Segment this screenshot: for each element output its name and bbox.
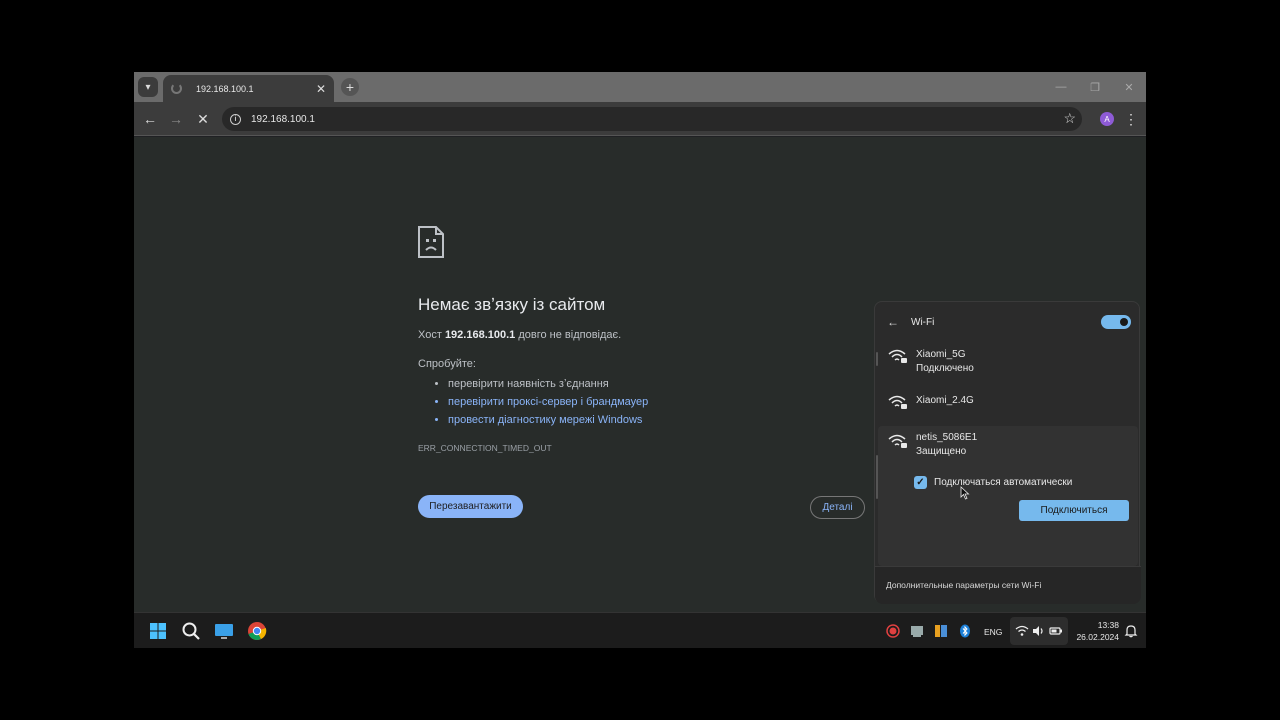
tab-strip: ▾ 192.168.100.1 ✕ + — ❐ ✕ [134, 72, 1146, 102]
host-address: 192.168.100.1 [444, 329, 516, 341]
screen: ▾ 192.168.100.1 ✕ + — ❐ ✕ ← → ✕ i 192.16… [134, 72, 1146, 648]
bookmark-star-icon[interactable]: ☆ [1063, 110, 1076, 127]
maximize-icon[interactable]: ❐ [1078, 72, 1112, 102]
windows-start-icon[interactable] [148, 621, 168, 641]
suggestion-check-proxy-link[interactable]: перевірити проксі-сервер і брандмауер [448, 393, 648, 411]
taskbar: ENG 13:38 26.02.2024 [134, 612, 1146, 648]
minimize-icon[interactable]: — [1044, 72, 1078, 102]
try-label: Спробуйте: [418, 358, 476, 370]
tray-app-icon[interactable] [934, 624, 948, 638]
search-icon[interactable] [181, 621, 201, 641]
wifi-secured-icon [888, 349, 907, 363]
menu-kebab-icon[interactable]: ⋮ [1124, 110, 1138, 128]
browser-toolbar: ← → ✕ i 192.168.100.1 ☆ [134, 102, 1146, 136]
error-host-message: Хост 192.168.100.1 довго не відповідає. [418, 329, 621, 341]
battery-icon[interactable] [1049, 624, 1063, 638]
network-item[interactable]: Xiaomi_2.4G [878, 386, 1138, 422]
url-text: 192.168.100.1 [251, 113, 315, 125]
tray-app-icon[interactable] [910, 624, 924, 638]
wifi-toggle[interactable] [1101, 315, 1131, 329]
close-window-icon[interactable]: ✕ [1112, 72, 1146, 102]
more-wifi-settings-link[interactable]: Дополнительные параметры сети Wi-Fi [886, 580, 1041, 590]
wifi-secured-icon [888, 434, 907, 448]
tab-search-icon[interactable]: ▾ [138, 77, 158, 97]
suggestion-list: перевірити наявність зʼєднання перевірит… [434, 375, 648, 429]
desktop-app-icon[interactable] [214, 621, 234, 641]
auto-connect-label: Подключаться автоматически [934, 477, 1073, 488]
notification-bell-icon[interactable] [1124, 624, 1138, 638]
loading-spinner-icon [171, 83, 182, 94]
profile-avatar[interactable]: A [1100, 112, 1114, 126]
auto-connect-row[interactable]: ✓ Подключаться автоматически [914, 476, 1072, 489]
suggestion-check-connection: перевірити наявність зʼєднання [448, 375, 648, 393]
network-item[interactable]: Xiaomi_5G Подключено [878, 340, 1138, 376]
network-status: Защищено [916, 446, 967, 457]
bluetooth-icon[interactable] [958, 624, 972, 638]
record-icon[interactable] [886, 624, 900, 638]
wifi-secured-icon [888, 395, 907, 409]
connect-button[interactable]: Подключиться [1019, 500, 1129, 521]
stop-icon[interactable]: ✕ [194, 110, 212, 128]
scroll-indicator[interactable] [876, 455, 878, 499]
new-tab-icon[interactable]: + [341, 78, 359, 96]
wifi-icon[interactable] [1015, 624, 1029, 638]
language-indicator[interactable]: ENG [984, 627, 1002, 637]
network-name: Xiaomi_5G [916, 349, 966, 360]
network-name: Xiaomi_2.4G [916, 395, 974, 406]
tab-title: 192.168.100.1 [196, 83, 254, 94]
error-title: Немає звʼязку із сайтом [418, 295, 606, 314]
volume-icon[interactable] [1032, 624, 1046, 638]
mouse-cursor-icon [960, 486, 970, 500]
host-suffix: довго не відповідає. [515, 329, 622, 341]
back-arrow-icon[interactable]: ← [887, 315, 899, 329]
chrome-icon[interactable] [247, 621, 267, 641]
auto-connect-checkbox[interactable]: ✓ [914, 476, 927, 489]
wifi-footer: Дополнительные параметры сети Wi-Fi [875, 566, 1141, 604]
host-prefix: Хост [418, 329, 445, 341]
window-controls: — ❐ ✕ [1044, 72, 1146, 102]
site-info-icon[interactable]: i [230, 113, 241, 125]
tab-active[interactable]: 192.168.100.1 ✕ [163, 75, 334, 102]
clock-time: 13:38 [1097, 620, 1119, 630]
reload-button[interactable]: Перезавантажити [418, 495, 523, 518]
back-icon[interactable]: ← [141, 110, 159, 128]
tab-close-icon[interactable]: ✕ [314, 82, 328, 96]
wifi-title: Wi-Fi [911, 316, 935, 328]
forward-icon[interactable]: → [167, 110, 185, 128]
error-code: ERR_CONNECTION_TIMED_OUT [418, 443, 552, 453]
suggestion-run-diagnostics-link[interactable]: провести діагностику мережі Windows [448, 411, 648, 429]
clock[interactable]: 13:38 26.02.2024 [1074, 619, 1119, 643]
wifi-header: ← Wi-Fi [887, 314, 1131, 330]
sad-page-icon [418, 226, 444, 258]
clock-date: 26.02.2024 [1076, 632, 1119, 642]
address-bar[interactable]: i 192.168.100.1 ☆ [222, 107, 1082, 131]
wifi-flyout: ← Wi-Fi Xiaomi_5G Подключено Xiaomi_2.4G [874, 301, 1141, 604]
network-name: netis_5086E1 [916, 432, 978, 443]
network-status: Подключено [916, 363, 974, 374]
network-item-expanded[interactable]: netis_5086E1 Защищено ✓ Подключаться авт… [878, 426, 1138, 566]
details-button[interactable]: Деталі [810, 496, 865, 519]
